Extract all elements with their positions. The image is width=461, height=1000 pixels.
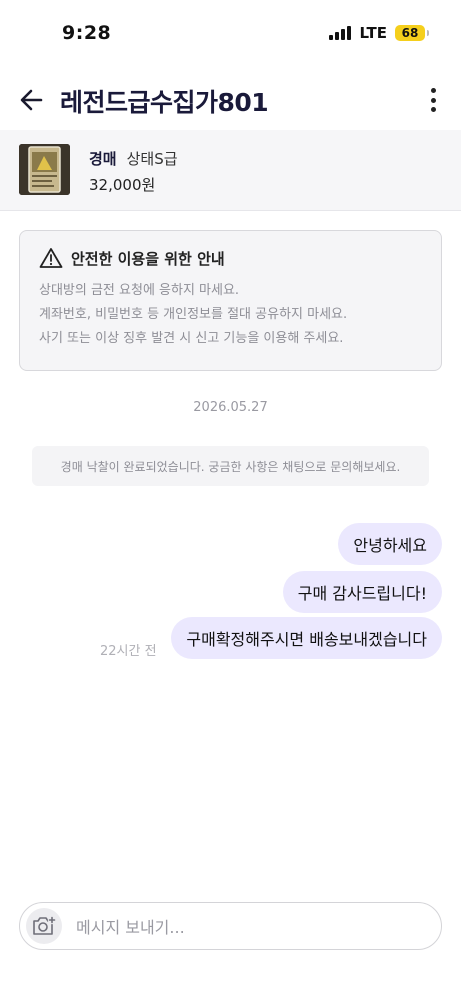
product-info: 경매 상태S급 32,000원 (89, 148, 178, 195)
message-timestamp: 22시간 전 (100, 644, 157, 659)
product-summary[interactable]: 경매 상태S급 32,000원 (0, 130, 461, 211)
warning-triangle-icon (39, 248, 63, 268)
notice-title: 안전한 이용을 위한 안내 (71, 249, 225, 268)
more-vertical-icon (430, 88, 436, 93)
chat-date: 2026.05.27 (193, 400, 268, 415)
system-message: 경매 낙찰이 완료되었습니다. 궁금한 사항은 채팅으로 문의해보세요. (32, 446, 429, 486)
sale-type: 경매 (89, 150, 117, 168)
notice-line: 계좌번호, 비밀번호 등 개인정보를 절대 공유하지 마세요. (39, 307, 348, 322)
message-bubble[interactable]: 구매확정해주시면 배송보내겠습니다 (171, 617, 442, 659)
battery-level: 68 (401, 26, 419, 40)
message-bubble[interactable]: 구매 감사드립니다! (282, 571, 442, 613)
message-bubble[interactable]: 안녕하세요 (338, 523, 442, 565)
signal-icon (329, 26, 352, 40)
status-bar: 9:28 LTE 68 (0, 0, 461, 64)
camera-plus-icon (33, 915, 57, 935)
product-price: 32,000원 (89, 176, 156, 194)
notice-line: 상대방의 금전 요청에 응하지 마세요. (39, 283, 240, 298)
message-input[interactable] (76, 913, 416, 941)
more-options-button[interactable] (425, 86, 441, 114)
message-input-bar (19, 902, 442, 950)
network-label: LTE (359, 24, 387, 42)
page-title: 레전드급수집가801 (60, 88, 269, 117)
notice-line: 사기 또는 이상 징후 발견 시 신고 기능을 이용해 주세요. (39, 331, 344, 346)
chat-header: 레전드급수집가801 (0, 74, 461, 126)
status-indicators: LTE 68 (329, 24, 429, 42)
safety-notice: 안전한 이용을 위한 안내 상대방의 금전 요청에 응하지 마세요. 계좌번호,… (19, 230, 442, 371)
product-condition: 상태S급 (126, 150, 178, 168)
back-button[interactable] (18, 86, 46, 114)
product-thumbnail (19, 144, 70, 195)
camera-button[interactable] (26, 908, 62, 944)
status-time: 9:28 (62, 22, 112, 44)
battery-icon: 68 (395, 25, 429, 41)
arrow-left-icon (20, 89, 43, 111)
